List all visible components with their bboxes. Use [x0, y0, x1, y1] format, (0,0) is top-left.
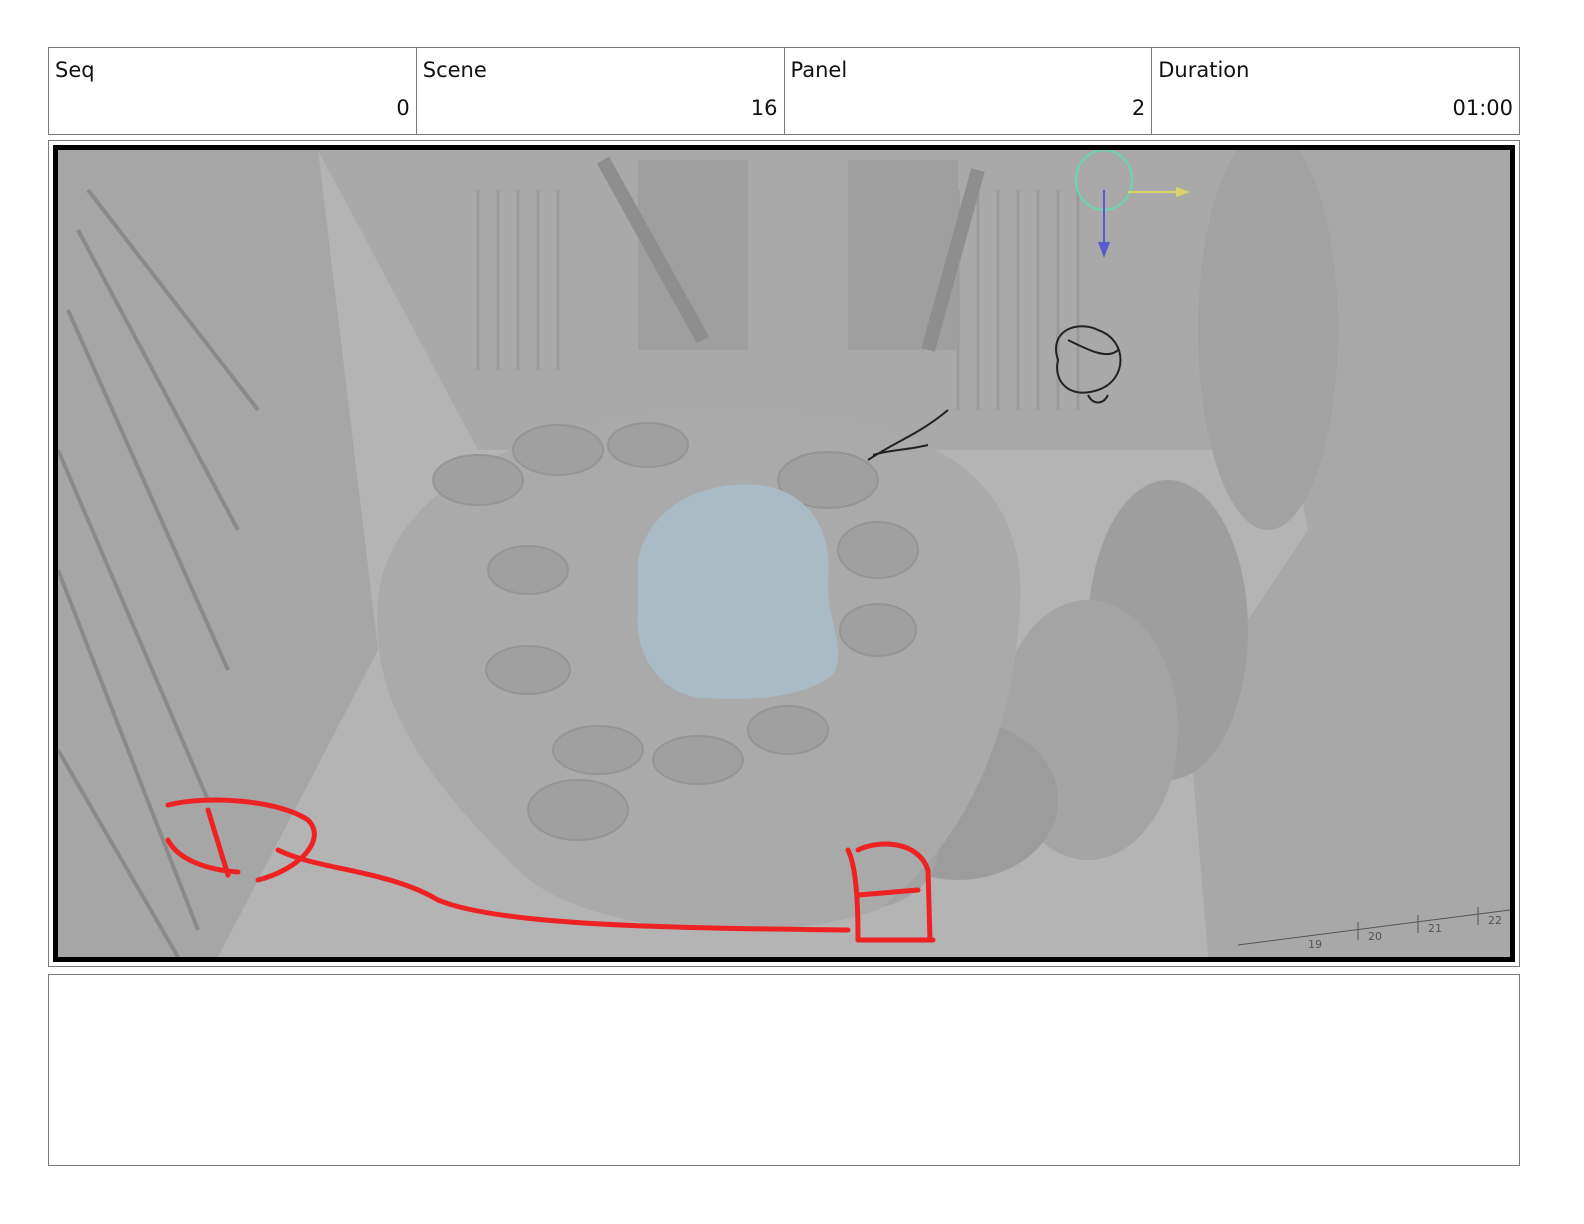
storyboard-panel-frame: 19 20 21 22 — [48, 140, 1520, 967]
panel-label: Panel — [790, 58, 848, 82]
seq-value: 0 — [396, 96, 410, 120]
seq-label: Seq — [55, 58, 95, 82]
panel-info-header: Seq 0 Scene 16 Panel 2 Duration 01:00 — [48, 47, 1520, 135]
scene-value: 16 — [750, 96, 778, 120]
scene-cell: Scene 16 — [417, 48, 785, 134]
ruler-tick-22: 22 — [1488, 914, 1502, 927]
scene-viewport: 19 20 21 22 — [53, 145, 1515, 962]
ruler-tick-20: 20 — [1368, 930, 1382, 943]
panel-value: 2 — [1131, 96, 1146, 120]
panel-cell: Panel 2 — [785, 48, 1153, 134]
duration-label: Duration — [1158, 58, 1250, 82]
duration-value: 01:00 — [1452, 96, 1513, 120]
duration-cell: Duration 01:00 — [1152, 48, 1519, 134]
seq-cell: Seq 0 — [49, 48, 417, 134]
ruler-tick-19: 19 — [1308, 938, 1322, 951]
scene-label: Scene — [422, 58, 487, 82]
notes-box[interactable] — [48, 974, 1520, 1166]
ruler-tick-21: 21 — [1428, 922, 1442, 935]
scene-render: 19 20 21 22 — [58, 150, 1510, 957]
